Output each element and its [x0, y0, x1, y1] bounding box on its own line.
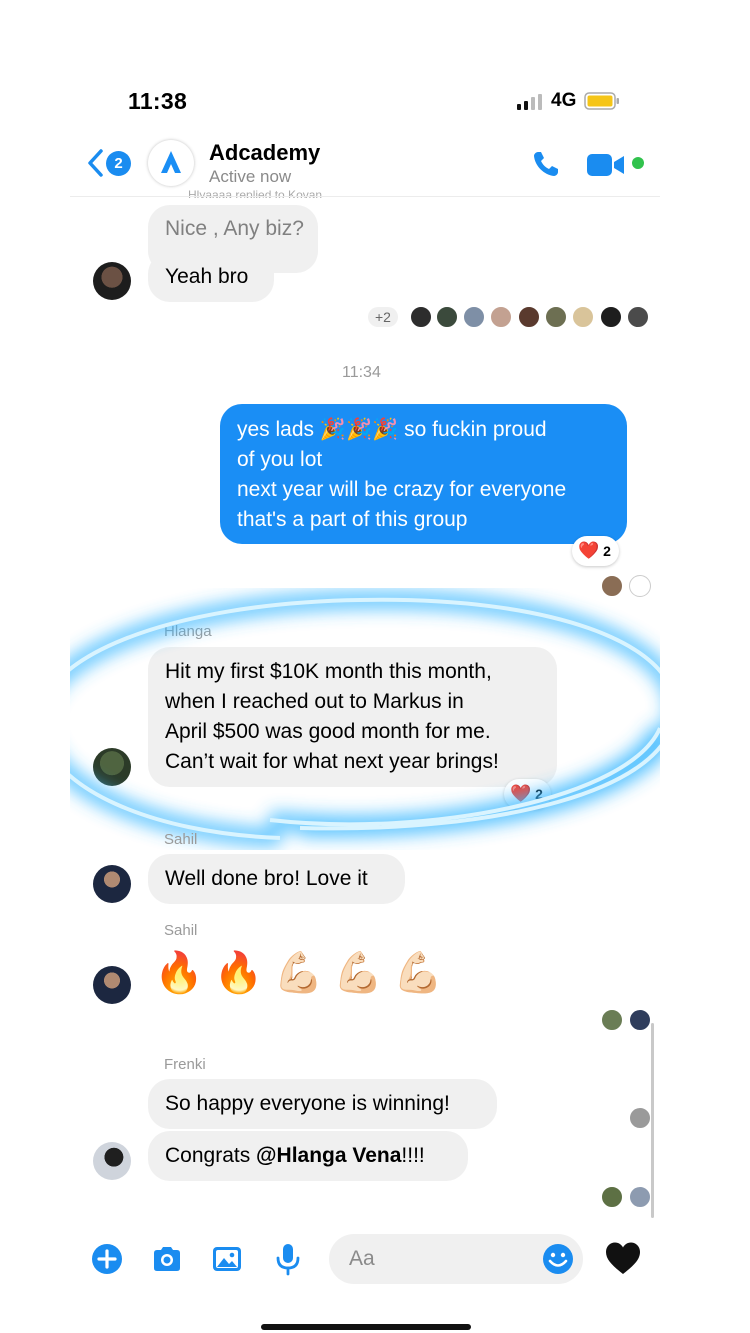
network-type: 4G — [551, 90, 577, 111]
conversation-title[interactable]: Adcademy — [209, 140, 320, 166]
message-bubble[interactable]: Well done bro! Love it — [148, 854, 405, 904]
chevron-left-icon[interactable] — [86, 148, 106, 178]
reaction-count: 2 — [535, 786, 543, 802]
reaction-chip[interactable]: ❤️ 2 — [504, 779, 551, 809]
message-text: Yeah bro — [165, 265, 249, 288]
read-receipt-avatar — [627, 306, 649, 328]
message-line: yes lads 🎉🎉🎉 so fuckin proud — [237, 418, 547, 441]
avatar[interactable] — [93, 262, 131, 300]
smiley-icon[interactable] — [541, 1242, 575, 1276]
message-text: Congrats — [165, 1144, 257, 1167]
reaction-count: 2 — [603, 543, 611, 559]
camera-icon[interactable] — [150, 1242, 184, 1276]
read-receipt-avatar — [436, 306, 458, 328]
scrollbar[interactable] — [651, 1023, 654, 1218]
message-line: of you lot — [237, 448, 323, 471]
message-line: when I reached out to Markus in — [165, 690, 464, 713]
read-receipt-avatar — [518, 306, 540, 328]
status-time: 11:38 — [128, 88, 188, 114]
message-bubble[interactable]: Hit my first $10K month this month, when… — [148, 647, 557, 787]
read-receipt-avatar — [629, 1009, 651, 1031]
microphone-icon[interactable] — [271, 1242, 305, 1276]
sender-name: Sahil — [164, 831, 198, 848]
message-timestamp: 11:34 — [342, 364, 381, 381]
conversation-status: Active now — [209, 167, 292, 186]
read-receipt-avatar — [490, 306, 512, 328]
avatar[interactable] — [93, 1142, 131, 1180]
message-bubble[interactable]: Yeah bro — [148, 252, 274, 302]
message-bubble[interactable]: Congrats @Hlanga Vena!!!! — [148, 1131, 468, 1181]
message-text: !!!! — [401, 1144, 425, 1167]
header-divider — [70, 196, 660, 197]
cellular-signal-icon — [517, 94, 542, 110]
sender-name: Frenki — [164, 1056, 206, 1073]
read-receipt-avatar — [601, 1009, 623, 1031]
message-line: that's a part of this group — [237, 508, 468, 531]
message-text: Nice , Any biz? — [165, 217, 304, 240]
adcademy-logo-icon — [161, 151, 181, 173]
image-icon[interactable] — [210, 1242, 244, 1276]
mention[interactable]: @Hlanga Vena — [256, 1144, 401, 1167]
read-receipt-avatar — [601, 575, 623, 597]
outgoing-message-bubble[interactable]: yes lads 🎉🎉🎉 so fuckin proud of you lot … — [220, 404, 627, 544]
sender-name: Hlanga — [164, 623, 212, 640]
plus-circle-icon[interactable] — [90, 1242, 124, 1276]
active-status-dot — [632, 157, 644, 169]
read-receipt-avatar — [410, 306, 432, 328]
message-line: Can’t wait for what next year brings! — [165, 750, 499, 773]
read-receipt-avatar — [545, 306, 567, 328]
message-text: Well done bro! Love it — [165, 867, 368, 890]
avatar[interactable] — [93, 748, 131, 786]
read-receipt-avatar — [629, 575, 651, 597]
message-input-placeholder: Aa — [349, 1247, 375, 1270]
home-indicator[interactable] — [261, 1324, 471, 1330]
read-receipt-avatar — [600, 306, 622, 328]
message-bubble[interactable]: So happy everyone is winning! — [148, 1079, 497, 1129]
message-line: Hit my first $10K month this month, — [165, 660, 492, 683]
read-receipts-more[interactable]: +2 — [368, 307, 398, 327]
avatar[interactable] — [93, 865, 131, 903]
unread-count-badge[interactable]: 2 — [106, 151, 131, 176]
heart-icon: ❤️ — [578, 541, 600, 560]
message-line: next year will be crazy for everyone — [237, 478, 567, 501]
reaction-chip[interactable]: ❤️ 2 — [572, 536, 619, 566]
read-receipt-avatar — [463, 306, 485, 328]
battery-icon — [584, 92, 619, 110]
message-line: April $500 was good month for me. — [165, 720, 491, 743]
message-text: So happy everyone is winning! — [165, 1092, 450, 1115]
read-receipt-avatar — [629, 1107, 651, 1129]
video-camera-icon[interactable] — [587, 152, 627, 178]
avatar[interactable] — [93, 966, 131, 1004]
emoji-message[interactable]: 🔥🔥💪🏻💪🏻💪🏻 — [154, 949, 453, 996]
read-receipt-avatar — [601, 1186, 623, 1208]
group-avatar[interactable] — [148, 140, 194, 186]
heart-icon: ❤️ — [510, 784, 532, 803]
read-receipt-avatar — [572, 306, 594, 328]
read-receipt-avatar — [629, 1186, 651, 1208]
black-heart-icon[interactable] — [604, 1240, 642, 1278]
phone-icon[interactable] — [530, 148, 562, 180]
sender-name: Sahil — [164, 922, 198, 939]
messenger-screen: 11:38 4G 2 Adcademy Hlyaaaa replied to K… — [70, 68, 660, 1333]
